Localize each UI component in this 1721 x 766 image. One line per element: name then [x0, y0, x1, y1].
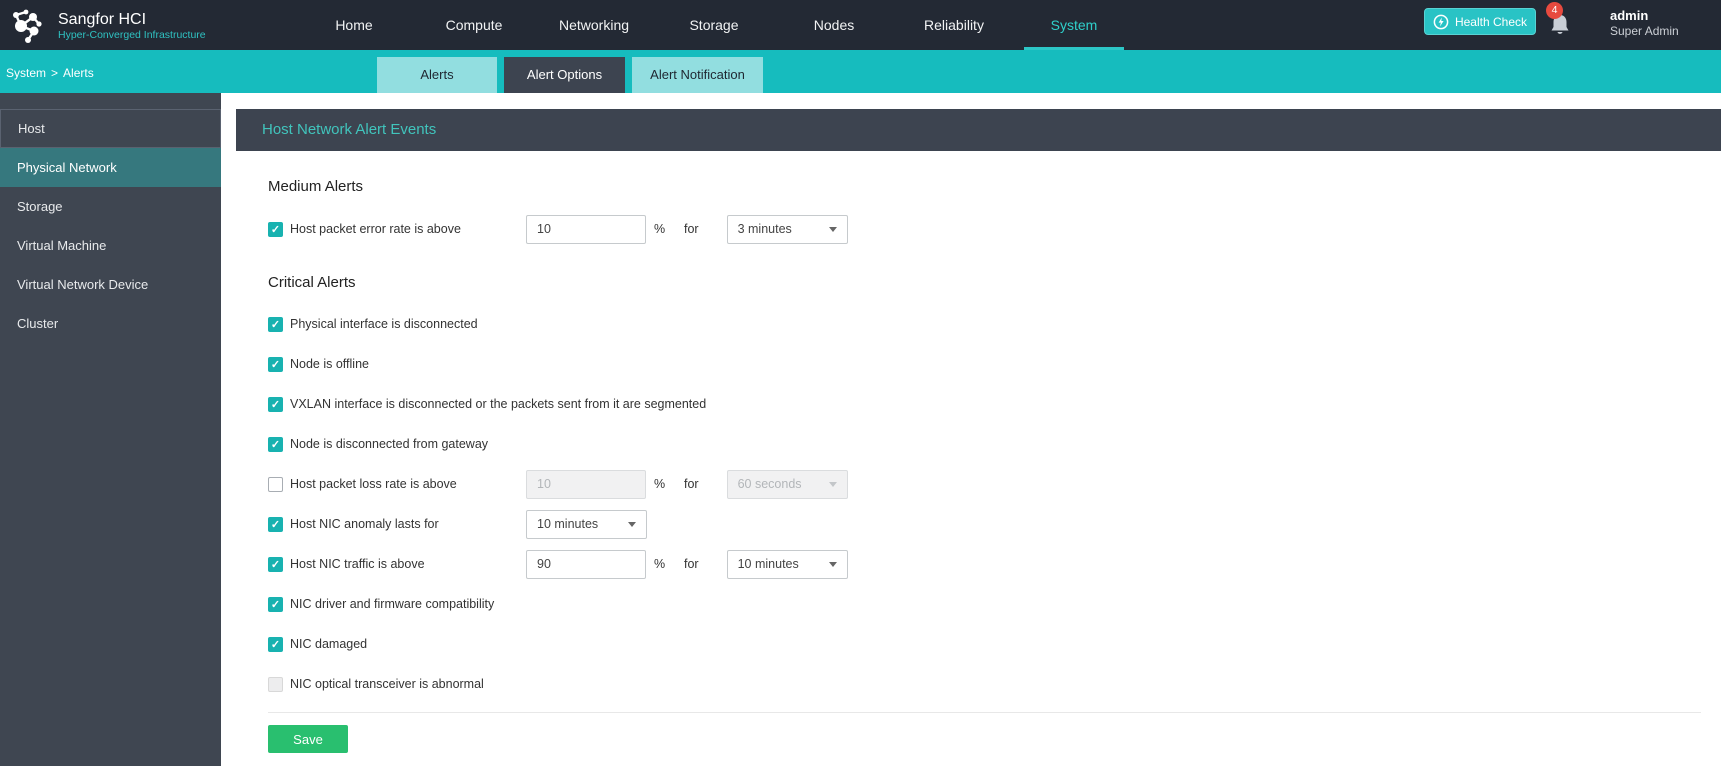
nav-item-storage[interactable]: Storage	[654, 0, 774, 50]
row-host-packet-error-rate: ✓ Host packet error rate is above % for …	[268, 207, 1701, 251]
checkbox-physical-interface-disconnected[interactable]: ✓	[268, 316, 283, 332]
breadcrumb-page[interactable]: Alerts	[63, 66, 94, 80]
host-nic-anomaly-duration-select[interactable]: 10 minutes	[526, 509, 647, 539]
row-host-packet-loss-rate: Host packet loss rate is above % for 60 …	[268, 464, 1701, 504]
main-nav: Home Compute Networking Storage Nodes Re…	[294, 0, 1134, 50]
host-nic-traffic-input[interactable]	[526, 549, 646, 579]
breadcrumb: System > Alerts	[6, 50, 94, 93]
row-node-disconnected-gateway: ✓ Node is disconnected from gateway	[268, 424, 1701, 464]
row-nic-driver-firmware: ✓ NIC driver and firmware compatibility	[268, 584, 1701, 624]
alert-tabs: Alerts Alert Options Alert Notification	[377, 57, 763, 93]
checkbox-host-nic-traffic[interactable]: ✓	[268, 556, 283, 572]
select-value: 10 minutes	[737, 557, 799, 571]
caret-down-icon	[828, 481, 837, 487]
row-nic-damaged: ✓ NIC damaged	[268, 624, 1701, 664]
host-packet-error-duration-select[interactable]: 3 minutes	[726, 214, 848, 244]
for-label: for	[684, 477, 699, 491]
notifications-button[interactable]: 4	[1546, 2, 1576, 42]
checkbox-nic-damaged[interactable]: ✓	[268, 636, 283, 652]
sidebar-item-host[interactable]: Host	[0, 109, 221, 148]
sidebar-item-storage[interactable]: Storage	[0, 187, 221, 226]
row-host-nic-anomaly: ✓ Host NIC anomaly lasts for 10 minutes	[268, 504, 1701, 544]
sidebar-item-virtual-network-device[interactable]: Virtual Network Device	[0, 265, 221, 304]
sidebar-item-virtual-machine[interactable]: Virtual Machine	[0, 226, 221, 265]
critical-alerts-heading: Critical Alerts	[268, 274, 356, 291]
host-packet-loss-rate-input[interactable]	[526, 469, 646, 499]
save-button[interactable]: Save	[268, 725, 348, 753]
tab-alerts[interactable]: Alerts	[377, 57, 497, 93]
medium-alerts-heading: Medium Alerts	[268, 178, 364, 195]
percent-unit: %	[654, 557, 666, 571]
checkbox-nic-driver-firmware[interactable]: ✓	[268, 596, 283, 612]
checkbox-host-packet-loss-rate[interactable]	[268, 476, 283, 492]
row-label: Physical interface is disconnected	[290, 317, 478, 331]
nav-item-home[interactable]: Home	[294, 0, 414, 50]
breadcrumb-separator: >	[51, 66, 59, 80]
app-subtitle: Hyper-Converged Infrastructure	[58, 29, 206, 41]
app-title: Sangfor HCI	[58, 11, 147, 28]
checkbox-vxlan-interface[interactable]: ✓	[268, 396, 283, 412]
select-value: 60 seconds	[737, 477, 802, 491]
row-label: Host NIC anomaly lasts for	[290, 517, 439, 531]
caret-down-icon	[828, 226, 837, 232]
row-label: Node is offline	[290, 357, 369, 371]
row-node-offline: ✓ Node is offline	[268, 344, 1701, 384]
caret-down-icon	[628, 521, 636, 527]
page-title: Host Network Alert Events	[236, 109, 1721, 151]
checkbox-host-packet-error-rate[interactable]: ✓	[268, 221, 283, 237]
notification-badge: 4	[1546, 2, 1563, 19]
percent-unit: %	[654, 222, 666, 236]
host-packet-loss-duration-select: 60 seconds	[726, 469, 848, 499]
brand: Sangfor HCI Hyper-Converged Infrastructu…	[8, 7, 206, 45]
checkbox-node-offline[interactable]: ✓	[268, 356, 283, 372]
row-host-nic-traffic: ✓ Host NIC traffic is above % for 10 min…	[268, 544, 1701, 584]
sidebar: Host Physical Network Storage Virtual Ma…	[0, 93, 221, 766]
checkbox-host-nic-anomaly[interactable]: ✓	[268, 516, 283, 532]
row-label: Host packet error rate is above	[290, 222, 461, 236]
user-menu[interactable]: admin Super Admin	[1610, 8, 1679, 39]
breadcrumb-section[interactable]: System	[6, 66, 46, 80]
row-label: NIC damaged	[290, 637, 368, 651]
checkbox-nic-optical-transceiver[interactable]	[268, 676, 283, 692]
nav-item-networking[interactable]: Networking	[534, 0, 654, 50]
main-content: Host Network Alert Events Medium Alerts …	[236, 93, 1721, 766]
host-packet-error-rate-input[interactable]	[526, 214, 646, 244]
top-navigation-bar: Sangfor HCI Hyper-Converged Infrastructu…	[0, 0, 1721, 50]
row-label: Host NIC traffic is above	[290, 557, 425, 571]
caret-down-icon	[828, 561, 837, 567]
row-label: NIC optical transceiver is abnormal	[290, 677, 484, 691]
percent-unit: %	[654, 477, 666, 491]
row-label: VXLAN interface is disconnected or the p…	[290, 397, 707, 411]
select-value: 10 minutes	[537, 517, 599, 531]
health-check-icon	[1433, 14, 1449, 29]
divider	[268, 712, 1701, 713]
nav-item-reliability[interactable]: Reliability	[894, 0, 1014, 50]
tab-alert-options[interactable]: Alert Options	[504, 57, 625, 93]
checkbox-node-disconnected-gateway[interactable]: ✓	[268, 436, 283, 452]
select-value: 3 minutes	[737, 222, 792, 236]
tab-alert-notification[interactable]: Alert Notification	[632, 57, 763, 93]
breadcrumb-tab-bar: System > Alerts Alerts Alert Options Alert…	[0, 50, 1721, 93]
row-vxlan-interface: ✓ VXLAN interface is disconnected or the…	[268, 384, 1701, 424]
row-nic-optical-transceiver: NIC optical transceiver is abnormal	[268, 664, 1701, 704]
row-physical-interface-disconnected: ✓ Physical interface is disconnected	[268, 304, 1701, 344]
nav-item-system[interactable]: System	[1014, 0, 1134, 50]
nav-item-nodes[interactable]: Nodes	[774, 0, 894, 50]
for-label: for	[684, 222, 699, 236]
host-nic-traffic-duration-select[interactable]: 10 minutes	[726, 549, 848, 579]
row-label: NIC driver and firmware compatibility	[290, 597, 495, 611]
sidebar-item-cluster[interactable]: Cluster	[0, 304, 221, 343]
username: admin	[1610, 8, 1649, 23]
sidebar-item-physical-network[interactable]: Physical Network	[0, 148, 221, 187]
row-label: Host packet loss rate is above	[290, 477, 457, 491]
user-role: Super Admin	[1610, 24, 1679, 38]
for-label: for	[684, 557, 699, 571]
row-label: Node is disconnected from gateway	[290, 437, 489, 451]
health-check-label: Health Check	[1454, 14, 1528, 29]
health-check-button[interactable]: Health Check	[1424, 8, 1536, 35]
sangfor-logo-icon	[13, 9, 42, 43]
nav-item-compute[interactable]: Compute	[414, 0, 534, 50]
